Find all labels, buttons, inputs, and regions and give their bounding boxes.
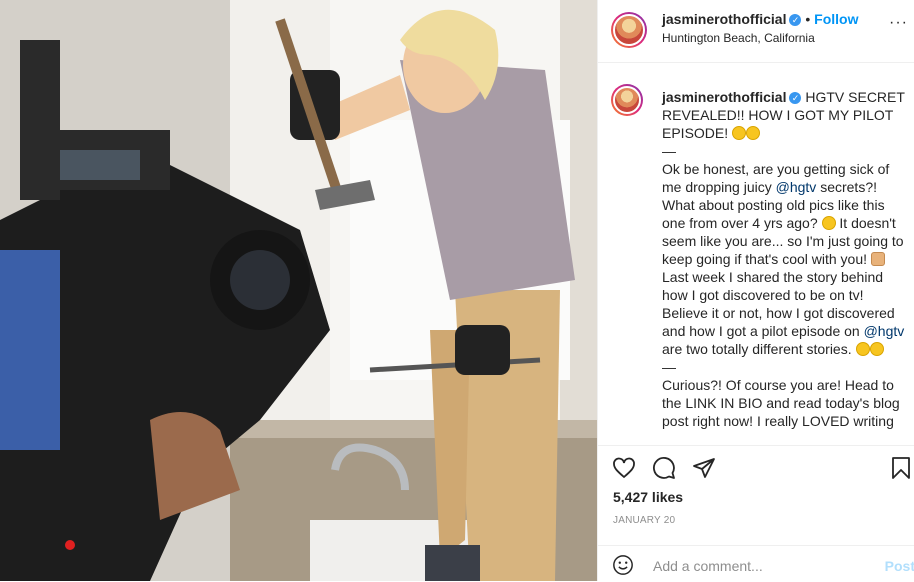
caption-area: jasminerothofficial ✓ HGTV SECRET REVEALE… — [598, 62, 914, 445]
laughing-emoji-icon — [821, 216, 836, 230]
caption-paragraph: Curious?! Of course you are! Head to the… — [662, 377, 900, 429]
bookmark-icon[interactable] — [889, 456, 913, 480]
post-header: jasminerothofficial ✓ • Follow Huntington… — [598, 0, 914, 63]
header-user-row: jasminerothofficial ✓ • Follow — [662, 11, 858, 27]
avatar[interactable] — [611, 12, 647, 48]
caption-text-part: are two totally different stories. — [662, 341, 852, 357]
follow-separator: • — [805, 11, 811, 27]
caption-text: jasminerothofficial ✓ HGTV SECRET REVEALE… — [662, 88, 907, 430]
blushing-emoji-icon — [746, 126, 761, 140]
location-link[interactable]: Huntington Beach, California — [662, 31, 815, 45]
caption-text-part: Last week I shared the story behind how … — [662, 269, 895, 339]
comment-icon[interactable] — [652, 456, 676, 480]
more-options-icon[interactable]: ··· — [889, 14, 908, 32]
post-comment-button[interactable]: Post — [885, 558, 914, 574]
mention-link[interactable]: @hgtv — [776, 179, 817, 195]
photo-illustration — [0, 0, 597, 581]
post-photo[interactable] — [0, 0, 597, 581]
post-actions: 5,427 likes JANUARY 20 — [598, 445, 914, 536]
comment-input[interactable]: Add a comment... — [653, 558, 763, 574]
caption-dash: — — [662, 359, 676, 375]
thumbs-up-emoji-icon — [870, 252, 885, 266]
caption-username[interactable]: jasminerothofficial — [662, 89, 786, 105]
smiley-icon[interactable] — [612, 554, 634, 576]
thinking-emoji-icon — [855, 342, 870, 356]
action-icons — [612, 456, 716, 480]
blushing-emoji-icon — [732, 126, 747, 140]
thinking-emoji-icon — [869, 342, 884, 356]
mention-link[interactable]: @hgtv — [864, 323, 905, 339]
verified-badge-icon: ✓ — [789, 92, 802, 104]
caption-avatar[interactable] — [611, 84, 643, 116]
heart-icon[interactable] — [612, 456, 636, 480]
likes-count[interactable]: 5,427 likes — [613, 489, 683, 505]
verified-badge-icon: ✓ — [789, 14, 802, 26]
caption-dash: — — [662, 143, 676, 159]
follow-button[interactable]: Follow — [814, 11, 858, 27]
post-date[interactable]: JANUARY 20 — [613, 515, 675, 526]
share-icon[interactable] — [692, 456, 716, 480]
username-link[interactable]: jasminerothofficial — [662, 11, 786, 27]
post-side-panel: jasminerothofficial ✓ • Follow Huntington… — [597, 0, 914, 581]
comment-box: Add a comment... Post — [598, 545, 914, 582]
